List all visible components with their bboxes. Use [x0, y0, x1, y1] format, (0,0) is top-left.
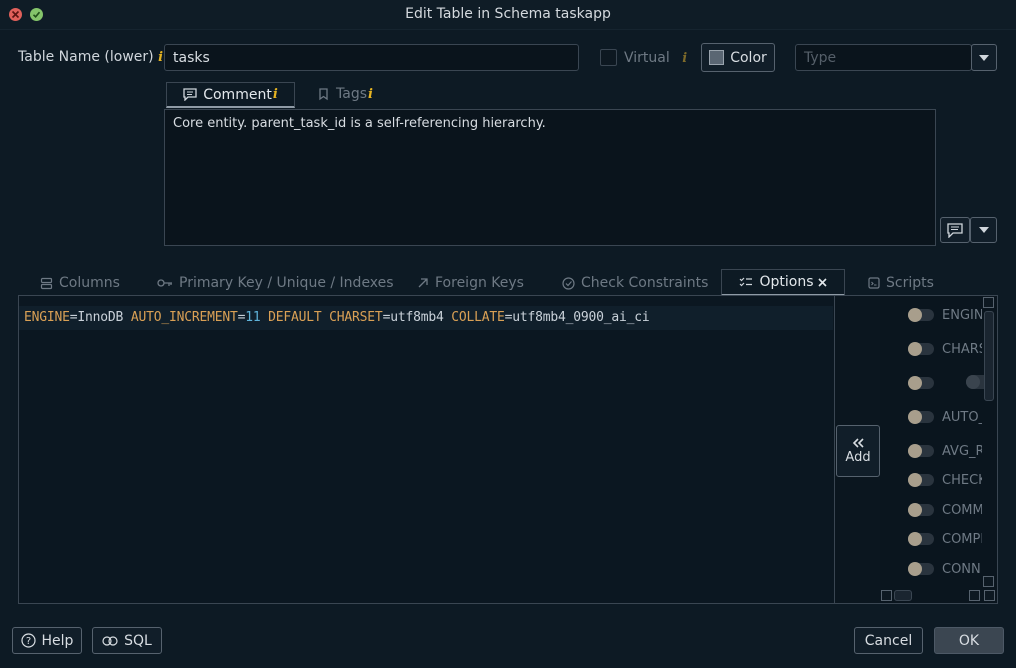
info-icon: i — [272, 87, 278, 102]
option-toggle[interactable] — [908, 410, 934, 424]
type-select[interactable]: Type — [795, 44, 972, 71]
tab-foreign-keys[interactable]: Foreign Keys — [417, 275, 524, 291]
horizontal-scroll-thumb[interactable] — [894, 590, 912, 601]
code-keyword: AUTO_INCREMENT — [130, 310, 238, 325]
window-title: Edit Table in Schema taskapp — [405, 6, 611, 22]
chevron-down-icon — [978, 227, 989, 233]
tab-indexes-label: Primary Key / Unique / Indexes — [179, 275, 394, 291]
check-circle-icon — [562, 276, 575, 290]
comment-template-button[interactable] — [940, 217, 970, 243]
title-bar: Edit Table in Schema taskapp — [0, 0, 1016, 30]
code-value: utf8mb4 — [390, 310, 444, 325]
code-keyword: CHARSET — [329, 310, 383, 325]
close-icon[interactable] — [817, 277, 827, 287]
comment-icon — [183, 88, 197, 101]
table-name-input[interactable]: tasks — [164, 44, 579, 71]
tab-tags[interactable]: Tags i — [318, 86, 373, 102]
info-icon: i — [158, 50, 164, 65]
scroll-up-button[interactable] — [983, 297, 994, 308]
option-toggle[interactable] — [908, 473, 934, 487]
tab-columns-label: Columns — [59, 275, 120, 291]
option-toggle[interactable] — [908, 308, 934, 322]
help-icon: ? — [20, 633, 36, 648]
option-toggle[interactable] — [908, 342, 934, 356]
tab-options[interactable]: Options — [721, 269, 845, 296]
help-button-label: Help — [41, 632, 74, 649]
tab-comment-label: Comment — [203, 86, 272, 103]
code-keyword: ENGINE — [24, 310, 70, 325]
ok-button[interactable]: OK — [934, 627, 1004, 654]
link-icon — [102, 635, 118, 646]
comment-textarea[interactable]: Core entity. parent_task_id is a self-re… — [164, 109, 936, 246]
add-option-label: Add — [845, 449, 871, 465]
color-swatch-icon — [709, 50, 725, 65]
tab-check-constraints[interactable]: Check Constraints — [562, 275, 708, 291]
script-icon — [868, 277, 880, 289]
tab-options-label: Options — [759, 274, 814, 290]
scroll-left-button[interactable] — [881, 590, 892, 601]
option-name: CHECKSUM — [942, 472, 982, 488]
tab-comment[interactable]: Comment i — [166, 82, 295, 108]
color-button-label: Color — [730, 49, 767, 66]
chevron-down-icon — [979, 54, 989, 61]
help-button[interactable]: ? Help — [12, 627, 82, 654]
code-keyword: DEFAULT — [268, 310, 322, 325]
options-list-scrollbar[interactable] — [982, 297, 996, 587]
color-button[interactable]: Color — [701, 43, 775, 72]
columns-icon — [40, 277, 53, 289]
type-dropdown-button[interactable] — [971, 44, 997, 71]
virtual-label: Virtual i — [624, 50, 687, 66]
option-name: CONNECTION — [942, 561, 982, 577]
key-icon — [157, 279, 172, 287]
scroll-corner — [984, 590, 995, 601]
option-name: COMMENT — [942, 502, 982, 518]
sql-button[interactable]: SQL — [92, 627, 162, 654]
virtual-label-text: Virtual — [624, 50, 670, 66]
comment-menu-button[interactable] — [970, 217, 997, 243]
sql-button-label: SQL — [124, 632, 152, 649]
tab-foreign-keys-label: Foreign Keys — [435, 275, 524, 291]
option-name: AVG_ROW_LENGTH — [942, 443, 982, 459]
options-list: ENGINE CHARSET AUTO_INCREMENT AVG_ROW_LE… — [880, 296, 997, 603]
svg-text:?: ? — [25, 636, 30, 647]
scroll-thumb[interactable] — [984, 311, 994, 401]
option-toggle[interactable] — [908, 562, 934, 576]
code-value: InnoDB — [77, 310, 124, 325]
arrow-up-right-icon — [418, 278, 428, 288]
virtual-checkbox[interactable] — [600, 49, 617, 66]
code-keyword: COLLATE — [451, 310, 505, 325]
code-number: 11 — [245, 310, 261, 325]
options-editor[interactable]: ENGINE=InnoDB AUTO_INCREMENT=11 DEFAULT … — [19, 296, 835, 603]
option-toggle[interactable] — [908, 444, 934, 458]
add-option-button[interactable]: Add — [836, 425, 880, 477]
table-name-label: Table Name (lower) i — [18, 49, 163, 65]
option-name: AUTO_INCREMENT — [942, 409, 982, 425]
scroll-right-button[interactable] — [969, 590, 980, 601]
double-chevron-left-icon — [852, 437, 864, 448]
tab-scripts-label: Scripts — [886, 275, 934, 291]
option-name: CHARSET — [942, 341, 982, 357]
tag-icon — [319, 87, 328, 100]
option-toggle[interactable] — [908, 532, 934, 546]
tab-check-constraints-label: Check Constraints — [581, 275, 709, 291]
option-toggle[interactable] — [908, 503, 934, 517]
option-name: COMPRESSION — [942, 531, 982, 547]
tab-columns[interactable]: Columns — [40, 275, 120, 291]
code-line[interactable]: ENGINE=InnoDB AUTO_INCREMENT=11 DEFAULT … — [19, 306, 833, 330]
code-value: utf8mb4_0900_ai_ci — [512, 310, 650, 325]
tab-indexes[interactable]: Primary Key / Unique / Indexes — [157, 275, 394, 291]
cancel-button[interactable]: Cancel — [854, 627, 923, 654]
table-name-label-text: Table Name (lower) — [18, 49, 154, 65]
info-icon: i — [682, 51, 688, 66]
comment-icon — [947, 222, 963, 238]
option-name: ENGINE — [942, 307, 982, 323]
tab-scripts[interactable]: Scripts — [868, 275, 934, 291]
tab-tags-label: Tags — [336, 86, 367, 102]
scroll-down-button[interactable] — [983, 576, 994, 587]
checklist-icon — [740, 277, 753, 286]
option-toggle[interactable] — [908, 376, 934, 390]
info-icon: i — [368, 86, 373, 102]
